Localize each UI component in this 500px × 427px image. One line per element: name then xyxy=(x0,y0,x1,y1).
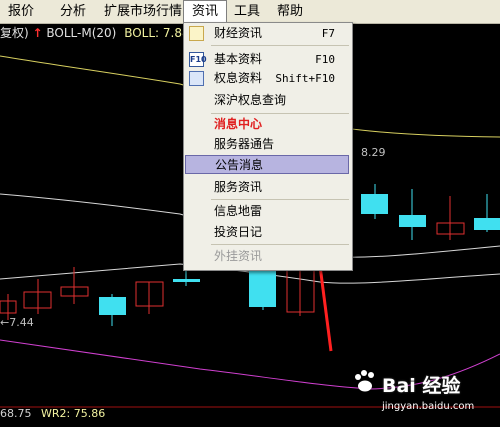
shortcut-label: Shift+F10 xyxy=(275,72,335,85)
baidu-jingyan-watermark: Bai 经验 jingyan.baidu.com xyxy=(355,370,500,427)
menu-news[interactable]: 资讯 xyxy=(183,0,228,23)
candle-down xyxy=(173,279,200,282)
menu-item-finance-news[interactable]: 财经资讯 F7 xyxy=(185,24,349,43)
menu-quote[interactable]: 报价 xyxy=(0,0,42,23)
menu-separator xyxy=(211,113,349,114)
menu-item-plugin-news: 外挂资讯 xyxy=(185,247,349,266)
menu-item-label: 权息资料 xyxy=(214,71,263,85)
menu-item-basic-info[interactable]: F10 基本资料 F10 xyxy=(185,50,349,69)
candle-down xyxy=(474,218,500,230)
menu-item-label: 消息中心 xyxy=(214,117,263,131)
paw-logo-icon xyxy=(355,370,374,392)
adjust-label: 复权) xyxy=(0,26,29,40)
wr-indicator-label: 68.75 WR2: 75.86 xyxy=(0,407,105,420)
menu-help[interactable]: 帮助 xyxy=(269,0,311,23)
news-dropdown-menu: 财经资讯 F7 F10 基本资料 F10 权息资料 Shift+F10 深沪权息… xyxy=(183,22,353,271)
watermark-brand: Bai 经验 xyxy=(382,375,461,397)
f10-icon: F10 xyxy=(189,52,207,67)
candle-down xyxy=(249,268,276,307)
menu-bar: 报价 分析 扩展市场行情 资讯 工具 帮助 xyxy=(0,0,500,24)
boll-indicator-label: 复权) ↑ BOLL-M(20) BOLL: 7.88 × xyxy=(0,24,208,42)
wr2-value: WR2: 75.86 xyxy=(41,407,106,420)
menu-item-investment-diary[interactable]: 投资日记 xyxy=(185,223,349,242)
menu-item-weight-info[interactable]: 权息资料 Shift+F10 xyxy=(185,69,349,88)
weight-icon xyxy=(189,71,204,86)
menu-tools[interactable]: 工具 xyxy=(226,0,268,23)
watermark-url: jingyan.baidu.com xyxy=(382,401,475,412)
boll-value: BOLL: 7.88 xyxy=(124,26,190,40)
menu-separator xyxy=(211,244,349,245)
candle-down xyxy=(399,215,426,227)
menu-item-service-news[interactable]: 服务资讯 xyxy=(185,178,349,197)
menu-item-label: 投资日记 xyxy=(214,225,263,239)
menu-separator xyxy=(211,45,349,46)
candle-down xyxy=(99,297,126,315)
menu-item-announcement[interactable]: 公告消息 xyxy=(185,155,349,174)
menu-item-message-center[interactable]: 消息中心 xyxy=(185,115,349,134)
menu-extended-market[interactable]: 扩展市场行情 xyxy=(96,0,190,23)
shortcut-label: F7 xyxy=(321,27,335,40)
menu-item-label: 外挂资讯 xyxy=(214,249,263,263)
menu-item-label: 财经资讯 xyxy=(214,26,263,40)
price-note: 8.29 xyxy=(361,146,386,159)
news-icon xyxy=(189,26,204,41)
menu-item-label: 服务器通告 xyxy=(214,137,275,151)
menu-item-weight-query[interactable]: 深沪权息查询 xyxy=(185,91,349,110)
low-price-value: 7.44 xyxy=(9,316,34,329)
boll-name: BOLL-M(20) xyxy=(46,26,117,40)
menu-item-label: 基本资料 xyxy=(214,52,263,66)
menu-item-label: 信息地雷 xyxy=(214,204,263,218)
menu-analysis[interactable]: 分析 xyxy=(52,0,94,23)
candle-down xyxy=(361,194,388,214)
up-arrow-icon: ↑ xyxy=(32,26,43,40)
menu-item-label: 服务资讯 xyxy=(214,180,263,194)
wr1-value: 68.75 xyxy=(0,407,32,420)
menu-item-label: 公告消息 xyxy=(215,158,264,172)
menu-item-server-notice[interactable]: 服务器通告 xyxy=(185,135,349,154)
shortcut-label: F10 xyxy=(315,53,335,66)
low-price-arrow-icon: ← xyxy=(0,316,10,329)
menu-separator xyxy=(211,199,349,200)
menu-item-info-mine[interactable]: 信息地雷 xyxy=(185,202,349,221)
low-price-note: ←7.44 xyxy=(0,316,34,329)
menu-item-label: 深沪权息查询 xyxy=(214,93,287,107)
